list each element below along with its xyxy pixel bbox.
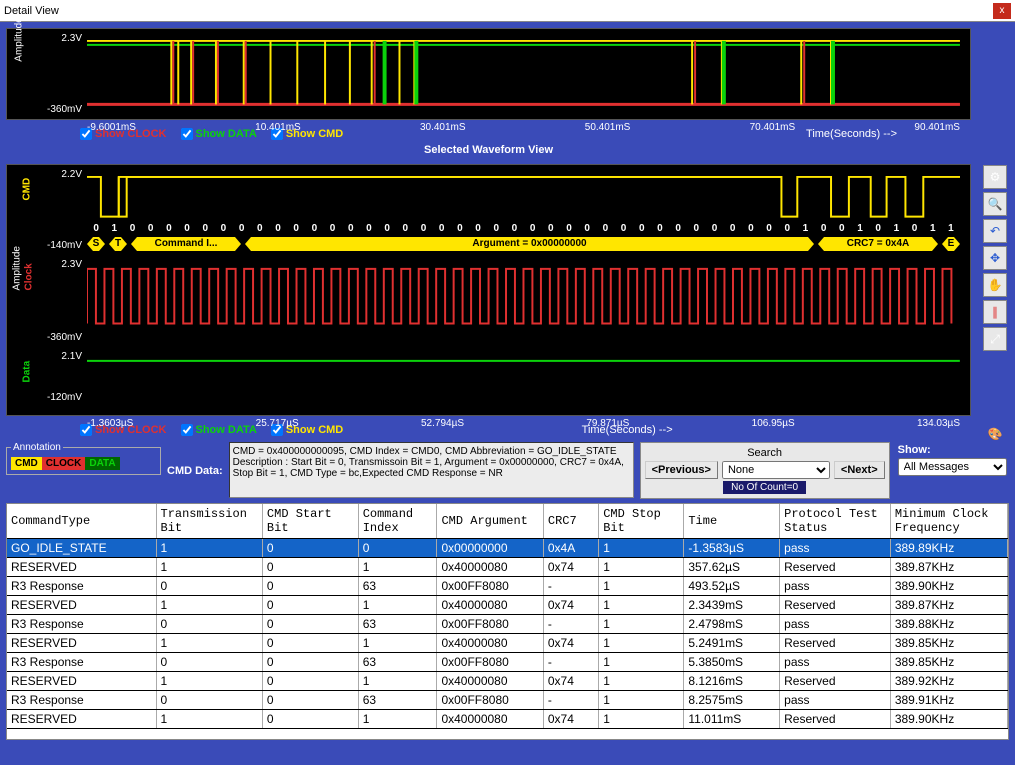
overview-waveform[interactable]: Amplitude 2.3V -360mV -9.6001mS10.401mS3… xyxy=(6,28,971,120)
pan-tool-icon[interactable]: ✋ xyxy=(983,273,1007,297)
move-tool-icon[interactable]: ✥ xyxy=(983,246,1007,270)
table-row[interactable]: R3 Response00630x00FF8080-15.3850mSpass3… xyxy=(7,653,1008,672)
table-row[interactable]: RESERVED1010x400000800x741357.62µSReserv… xyxy=(7,558,1008,577)
annotation-box: Annotation CMD CLOCK DATA xyxy=(6,442,161,475)
cmd-signal-label: CMD xyxy=(22,178,33,201)
titlebar: Detail View x xyxy=(0,0,1015,22)
selected-waveform[interactable]: CMD 2.2V-140mV 0100000000000000000000000… xyxy=(6,164,971,416)
info-panel: Annotation CMD CLOCK DATA CMD Data: CMD … xyxy=(0,438,1015,503)
column-header[interactable]: Time xyxy=(684,504,780,539)
column-header[interactable]: CMD Argument xyxy=(437,504,543,539)
table-row[interactable]: GO_IDLE_STATE1000x000000000x4A1-1.3583µS… xyxy=(7,539,1008,558)
column-header[interactable]: Protocol Test Status xyxy=(780,504,891,539)
measure-tool-icon[interactable]: ⤢ xyxy=(983,327,1007,351)
bit-row: 0100000000000000000000000000000000000001… xyxy=(87,223,960,234)
config-tool-icon[interactable]: ⚙ xyxy=(983,165,1007,189)
x-ticks-mid: -1.3603µS25.717µS52.794µS79.871µS106.95µ… xyxy=(87,418,960,429)
packet-table[interactable]: CommandTypeTransmission BitCMD Start Bit… xyxy=(6,503,1009,740)
column-header[interactable]: Command Index xyxy=(358,504,437,539)
y-axis-label: Amplitude xyxy=(14,17,25,61)
search-type-select[interactable]: None xyxy=(722,461,830,479)
table-row[interactable]: R3 Response00630x00FF8080-12.4798mSpass3… xyxy=(7,615,1008,634)
show-filter: Show: All Messages xyxy=(896,442,1009,478)
undo-tool-icon[interactable]: ↶ xyxy=(983,219,1007,243)
search-count-badge: No Of Count=0 xyxy=(723,481,806,494)
table-row[interactable]: R3 Response00630x00FF8080-18.2575mSpass3… xyxy=(7,691,1008,710)
table-row[interactable]: RESERVED1010x400000800x7418.1216mSReserv… xyxy=(7,672,1008,691)
side-toolbar: ⚙ 🔍 ↶ ✥ ✋ ∥ ⤢ 🎨 xyxy=(983,165,1009,351)
next-button[interactable]: <Next> xyxy=(834,461,885,479)
column-header[interactable]: CMD Start Bit xyxy=(262,504,358,539)
column-header[interactable]: Minimum Clock Frequency xyxy=(890,504,1007,539)
selected-view-title: Selected Waveform View xyxy=(0,142,977,158)
protocol-decode-row: S T Command I... Argument = 0x00000000 C… xyxy=(87,237,960,251)
palette-tool-icon[interactable]: 🎨 xyxy=(983,422,1007,446)
legend-cmd: CMD xyxy=(11,457,42,470)
zoom-tool-icon[interactable]: 🔍 xyxy=(983,192,1007,216)
cmd-data-label: CMD Data: xyxy=(167,465,223,477)
legend-data: DATA xyxy=(85,457,119,470)
legend-clock: CLOCK xyxy=(42,457,86,470)
table-row[interactable]: R3 Response00630x00FF8080-1493.52µSpass3… xyxy=(7,577,1008,596)
column-header[interactable]: CommandType xyxy=(7,504,156,539)
close-button[interactable]: x xyxy=(993,3,1011,19)
search-panel: Search <Previous> None <Next> No Of Coun… xyxy=(640,442,890,499)
table-row[interactable]: RESERVED1010x400000800x7412.3439mSReserv… xyxy=(7,596,1008,615)
column-header[interactable]: CMD Stop Bit xyxy=(599,504,684,539)
cmd-wave-svg xyxy=(87,169,960,224)
clock-wave-svg xyxy=(87,259,960,338)
y-ticks: 2.3V -360mV xyxy=(42,29,82,119)
previous-button[interactable]: <Previous> xyxy=(645,461,718,479)
amplitude-label: Amplitude xyxy=(12,246,23,290)
table-header-row: CommandTypeTransmission BitCMD Start Bit… xyxy=(7,504,1008,539)
cursors-tool-icon[interactable]: ∥ xyxy=(983,300,1007,324)
table-row[interactable]: RESERVED1010x400000800x74111.011mSReserv… xyxy=(7,710,1008,729)
column-header[interactable]: Transmission Bit xyxy=(156,504,262,539)
search-title: Search xyxy=(645,447,885,459)
table-row[interactable]: RESERVED1010x400000800x7415.2491mSReserv… xyxy=(7,634,1008,653)
window-title: Detail View xyxy=(4,5,59,17)
data-wave-svg xyxy=(87,351,960,401)
clock-signal-label: Clock xyxy=(24,263,35,290)
column-header[interactable]: CRC7 xyxy=(543,504,598,539)
show-filter-select[interactable]: All Messages xyxy=(898,458,1007,476)
x-ticks-top: -9.6001mS10.401mS30.401mS50.401mS70.401m… xyxy=(87,122,960,133)
data-signal-label: Data xyxy=(22,361,33,383)
overview-svg xyxy=(87,33,960,114)
cmd-data-textarea[interactable]: CMD = 0x400000000095, CMD Index = CMD0, … xyxy=(229,442,634,498)
